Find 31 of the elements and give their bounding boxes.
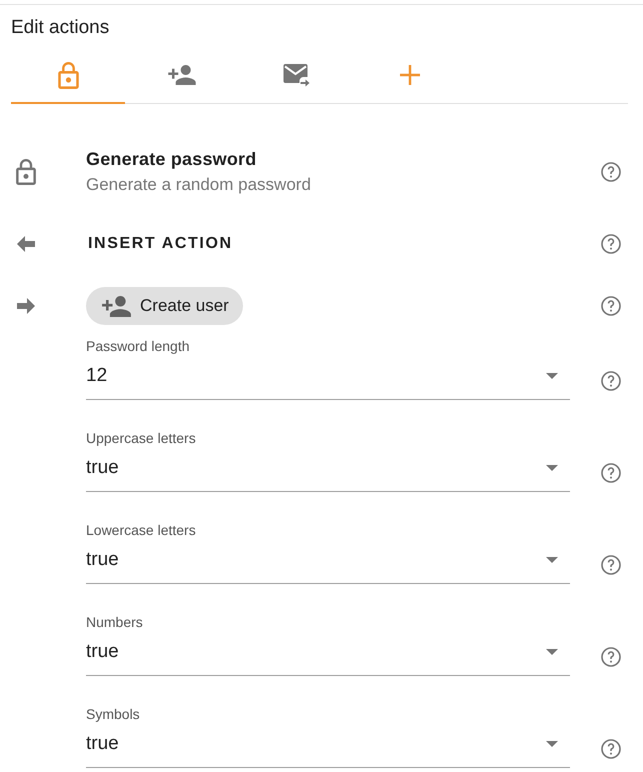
caret-icon <box>546 557 558 563</box>
help-icon[interactable] <box>601 296 621 316</box>
insert-action-button[interactable]: INSERT ACTION <box>86 232 233 256</box>
help-icon[interactable] <box>601 555 621 575</box>
help-icon[interactable] <box>601 234 621 254</box>
lock-icon <box>58 62 78 88</box>
help-icon[interactable] <box>601 371 621 391</box>
panel-title: Edit actions <box>11 16 110 40</box>
dropdown-field[interactable]: Symbols true <box>86 706 570 768</box>
help-icon[interactable] <box>601 739 621 759</box>
caret-icon <box>546 649 558 655</box>
arrow-right-icon <box>16 298 36 314</box>
help-icon[interactable] <box>601 647 621 667</box>
caret-icon <box>546 373 558 379</box>
dropdown-field[interactable]: Lowercase letters true <box>86 522 570 584</box>
action-description: Generate a random password <box>86 174 311 196</box>
help-icon[interactable] <box>601 162 621 182</box>
action-title: Generate password <box>86 148 256 171</box>
dropdown-field[interactable]: Password length 12 <box>86 338 570 400</box>
caret-icon <box>546 741 558 747</box>
create-user-chip[interactable]: Create user <box>86 287 243 325</box>
person-add-icon <box>102 296 131 316</box>
person-add-icon <box>168 65 196 85</box>
dropdown-field[interactable]: Uppercase letters true <box>86 430 570 492</box>
caret-icon <box>546 465 558 471</box>
dropdown-field[interactable]: Numbers true <box>86 614 570 676</box>
lock-icon <box>16 158 36 184</box>
arrow-left-icon <box>16 236 36 252</box>
plus-icon <box>400 65 420 85</box>
mail-arrow-icon <box>282 64 310 86</box>
help-icon[interactable] <box>601 463 621 483</box>
